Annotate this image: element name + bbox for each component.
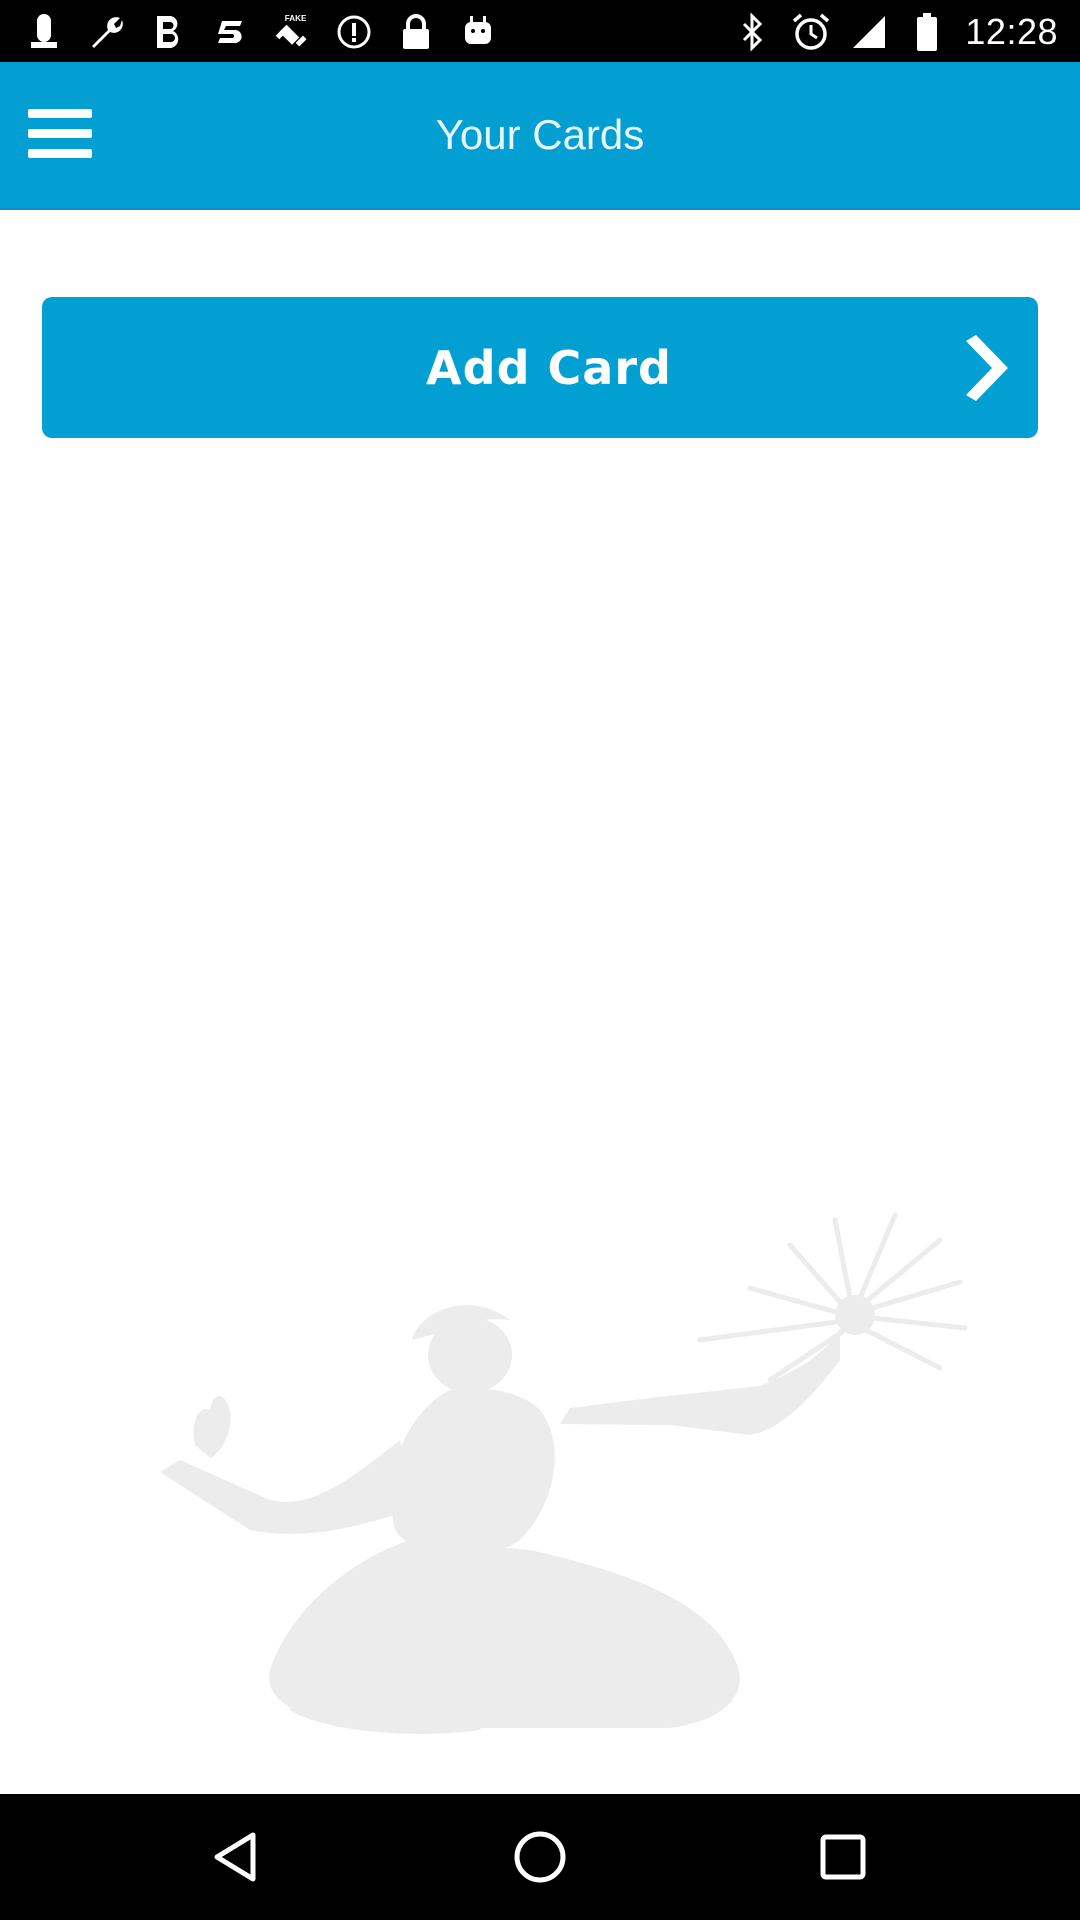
chevron-right-icon (966, 335, 1008, 401)
menu-button[interactable] (24, 98, 96, 170)
bold-b-icon (148, 12, 188, 52)
fake-gps-icon: FAKE (272, 12, 312, 52)
status-left-icons: FAKE (24, 8, 498, 56)
recents-button[interactable] (808, 1822, 878, 1892)
status-bar: FAKE 12:28 (0, 0, 1080, 62)
swap-icon (210, 12, 250, 52)
add-card-label: Add Card (426, 340, 672, 395)
status-right-icons: 12:28 (733, 8, 1058, 56)
status-time: 12:28 (965, 11, 1058, 52)
svg-text:FAKE: FAKE (285, 14, 307, 23)
hamburger-menu-icon (28, 109, 92, 158)
back-button[interactable] (202, 1822, 272, 1892)
notification-icon (24, 12, 64, 52)
info-icon (334, 12, 374, 52)
battery-icon (907, 12, 947, 52)
page-title: Your Cards (435, 111, 645, 158)
lock-icon (396, 12, 436, 52)
navigation-bar (0, 1794, 1080, 1920)
home-button[interactable] (505, 1822, 575, 1892)
bluetooth-icon (733, 12, 773, 52)
home-icon (514, 1831, 566, 1883)
signal-icon (849, 12, 889, 52)
statue-watermark-illustration (160, 1212, 968, 1734)
alarm-icon (791, 12, 831, 52)
android-icon (458, 12, 498, 52)
wrench-icon (86, 12, 126, 52)
add-card-button[interactable]: Add Card (42, 297, 1038, 438)
back-icon (214, 1832, 256, 1882)
app-bar: Your Cards (0, 62, 1080, 210)
recents-icon (820, 1834, 866, 1880)
